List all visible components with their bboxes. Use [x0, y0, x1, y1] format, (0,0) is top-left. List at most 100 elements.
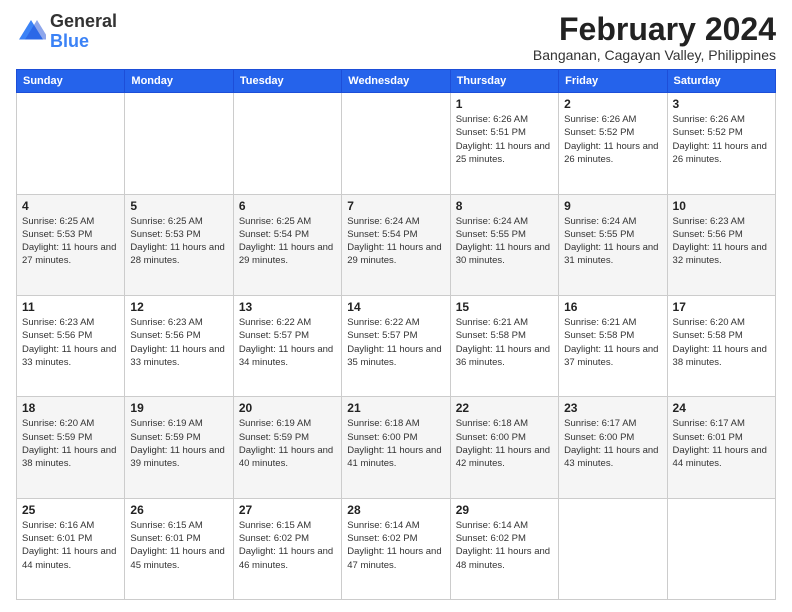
day-info: Sunrise: 6:24 AMSunset: 5:55 PMDaylight:…: [564, 215, 661, 268]
day-number: 8: [456, 199, 553, 213]
calendar-cell: [125, 93, 233, 194]
calendar-header-row: SundayMondayTuesdayWednesdayThursdayFrid…: [17, 70, 776, 93]
calendar-week-row: 11Sunrise: 6:23 AMSunset: 5:56 PMDayligh…: [17, 295, 776, 396]
calendar-cell: 11Sunrise: 6:23 AMSunset: 5:56 PMDayligh…: [17, 295, 125, 396]
day-number: 23: [564, 401, 661, 415]
calendar-week-row: 4 Sunrise: 6:25 AMSunset: 5:53 PMDaylight…: [17, 194, 776, 295]
calendar-cell: 20 Sunrise: 6:19 AMSunset: 5:59 PMDayligh…: [233, 397, 341, 498]
calendar-day-header: Friday: [559, 70, 667, 93]
day-number: 18: [22, 401, 119, 415]
calendar-cell: 1 Sunrise: 6:26 AMSunset: 5:51 PMDaylight…: [450, 93, 558, 194]
calendar-cell: 12 Sunrise: 6:23 AMSunset: 5:56 PMDayligh…: [125, 295, 233, 396]
calendar-cell: 25 Sunrise: 6:16 AMSunset: 6:01 PMDayligh…: [17, 498, 125, 599]
day-info: Sunrise: 6:18 AMSunset: 6:00 PMDaylight:…: [456, 417, 553, 470]
day-number: 25: [22, 503, 119, 517]
calendar-cell: 6 Sunrise: 6:25 AMSunset: 5:54 PMDaylight…: [233, 194, 341, 295]
calendar-cell: 19 Sunrise: 6:19 AMSunset: 5:59 PMDayligh…: [125, 397, 233, 498]
day-info: Sunrise: 6:25 AMSunset: 5:54 PMDaylight:…: [239, 215, 336, 268]
logo-general: General: [50, 12, 117, 32]
title-block: February 2024 Banganan, Cagayan Valley, …: [533, 12, 776, 63]
day-info: Sunrise: 6:25 AMSunset: 5:53 PMDaylight:…: [130, 215, 227, 268]
calendar-cell: [559, 498, 667, 599]
calendar-cell: [342, 93, 450, 194]
logo: General Blue: [16, 12, 117, 52]
day-info: Sunrise: 6:25 AMSunset: 5:53 PMDaylight:…: [22, 215, 119, 268]
calendar-table: SundayMondayTuesdayWednesdayThursdayFrid…: [16, 69, 776, 600]
day-info: Sunrise: 6:22 AMSunset: 5:57 PMDaylight:…: [347, 316, 444, 369]
day-number: 22: [456, 401, 553, 415]
day-info: Sunrise: 6:24 AMSunset: 5:54 PMDaylight:…: [347, 215, 444, 268]
calendar-cell: 8 Sunrise: 6:24 AMSunset: 5:55 PMDaylight…: [450, 194, 558, 295]
calendar-cell: 28 Sunrise: 6:14 AMSunset: 6:02 PMDayligh…: [342, 498, 450, 599]
day-number: 3: [673, 97, 770, 111]
day-number: 19: [130, 401, 227, 415]
day-info: Sunrise: 6:17 AMSunset: 6:00 PMDaylight:…: [564, 417, 661, 470]
day-info: Sunrise: 6:21 AMSunset: 5:58 PMDaylight:…: [564, 316, 661, 369]
day-number: 5: [130, 199, 227, 213]
calendar-subtitle: Banganan, Cagayan Valley, Philippines: [533, 47, 776, 63]
calendar-cell: 26Sunrise: 6:15 AMSunset: 6:01 PMDayligh…: [125, 498, 233, 599]
calendar-cell: 29 Sunrise: 6:14 AMSunset: 6:02 PMDayligh…: [450, 498, 558, 599]
day-info: Sunrise: 6:22 AMSunset: 5:57 PMDaylight:…: [239, 316, 336, 369]
day-number: 6: [239, 199, 336, 213]
calendar-cell: 18 Sunrise: 6:20 AMSunset: 5:59 PMDayligh…: [17, 397, 125, 498]
logo-text: General Blue: [50, 12, 117, 52]
day-info: Sunrise: 6:17 AMSunset: 6:01 PMDaylight:…: [673, 417, 770, 470]
calendar-cell: 15 Sunrise: 6:21 AMSunset: 5:58 PMDayligh…: [450, 295, 558, 396]
calendar-day-header: Thursday: [450, 70, 558, 93]
calendar-cell: 14 Sunrise: 6:22 AMSunset: 5:57 PMDayligh…: [342, 295, 450, 396]
day-number: 27: [239, 503, 336, 517]
day-number: 17: [673, 300, 770, 314]
calendar-cell: 21Sunrise: 6:18 AMSunset: 6:00 PMDayligh…: [342, 397, 450, 498]
day-number: 16: [564, 300, 661, 314]
day-info: Sunrise: 6:14 AMSunset: 6:02 PMDaylight:…: [347, 519, 444, 572]
calendar-day-header: Tuesday: [233, 70, 341, 93]
calendar-cell: 16 Sunrise: 6:21 AMSunset: 5:58 PMDayligh…: [559, 295, 667, 396]
calendar-week-row: 1 Sunrise: 6:26 AMSunset: 5:51 PMDaylight…: [17, 93, 776, 194]
day-info: Sunrise: 6:14 AMSunset: 6:02 PMDaylight:…: [456, 519, 553, 572]
day-number: 13: [239, 300, 336, 314]
day-number: 7: [347, 199, 444, 213]
calendar-cell: [667, 498, 775, 599]
calendar-cell: 9 Sunrise: 6:24 AMSunset: 5:55 PMDaylight…: [559, 194, 667, 295]
day-number: 28: [347, 503, 444, 517]
day-number: 15: [456, 300, 553, 314]
calendar-day-header: Wednesday: [342, 70, 450, 93]
day-info: Sunrise: 6:26 AMSunset: 5:51 PMDaylight:…: [456, 113, 553, 166]
calendar-cell: 10 Sunrise: 6:23 AMSunset: 5:56 PMDayligh…: [667, 194, 775, 295]
calendar-cell: 23 Sunrise: 6:17 AMSunset: 6:00 PMDayligh…: [559, 397, 667, 498]
day-info: Sunrise: 6:23 AMSunset: 5:56 PMDaylight:…: [130, 316, 227, 369]
logo-blue: Blue: [50, 32, 117, 52]
day-number: 10: [673, 199, 770, 213]
day-info: Sunrise: 6:20 AMSunset: 5:59 PMDaylight:…: [22, 417, 119, 470]
calendar-day-header: Sunday: [17, 70, 125, 93]
day-info: Sunrise: 6:21 AMSunset: 5:58 PMDaylight:…: [456, 316, 553, 369]
day-number: 1: [456, 97, 553, 111]
day-info: Sunrise: 6:15 AMSunset: 6:02 PMDaylight:…: [239, 519, 336, 572]
day-number: 12: [130, 300, 227, 314]
day-info: Sunrise: 6:23 AMSunset: 5:56 PMDaylight:…: [22, 316, 119, 369]
day-info: Sunrise: 6:19 AMSunset: 5:59 PMDaylight:…: [130, 417, 227, 470]
calendar-cell: 22 Sunrise: 6:18 AMSunset: 6:00 PMDayligh…: [450, 397, 558, 498]
day-number: 20: [239, 401, 336, 415]
day-info: Sunrise: 6:23 AMSunset: 5:56 PMDaylight:…: [673, 215, 770, 268]
calendar-cell: 5 Sunrise: 6:25 AMSunset: 5:53 PMDaylight…: [125, 194, 233, 295]
calendar-cell: 7 Sunrise: 6:24 AMSunset: 5:54 PMDaylight…: [342, 194, 450, 295]
calendar-day-header: Saturday: [667, 70, 775, 93]
calendar-cell: 17Sunrise: 6:20 AMSunset: 5:58 PMDayligh…: [667, 295, 775, 396]
day-number: 29: [456, 503, 553, 517]
calendar-cell: [17, 93, 125, 194]
calendar-week-row: 18 Sunrise: 6:20 AMSunset: 5:59 PMDayligh…: [17, 397, 776, 498]
calendar-cell: 24Sunrise: 6:17 AMSunset: 6:01 PMDayligh…: [667, 397, 775, 498]
calendar-cell: 2Sunrise: 6:26 AMSunset: 5:52 PMDaylight…: [559, 93, 667, 194]
day-info: Sunrise: 6:16 AMSunset: 6:01 PMDaylight:…: [22, 519, 119, 572]
day-info: Sunrise: 6:19 AMSunset: 5:59 PMDaylight:…: [239, 417, 336, 470]
day-info: Sunrise: 6:15 AMSunset: 6:01 PMDaylight:…: [130, 519, 227, 572]
day-number: 4: [22, 199, 119, 213]
day-number: 14: [347, 300, 444, 314]
calendar-cell: 13 Sunrise: 6:22 AMSunset: 5:57 PMDayligh…: [233, 295, 341, 396]
day-info: Sunrise: 6:26 AMSunset: 5:52 PMDaylight:…: [564, 113, 661, 166]
day-info: Sunrise: 6:26 AMSunset: 5:52 PMDaylight:…: [673, 113, 770, 166]
day-number: 9: [564, 199, 661, 213]
day-info: Sunrise: 6:24 AMSunset: 5:55 PMDaylight:…: [456, 215, 553, 268]
